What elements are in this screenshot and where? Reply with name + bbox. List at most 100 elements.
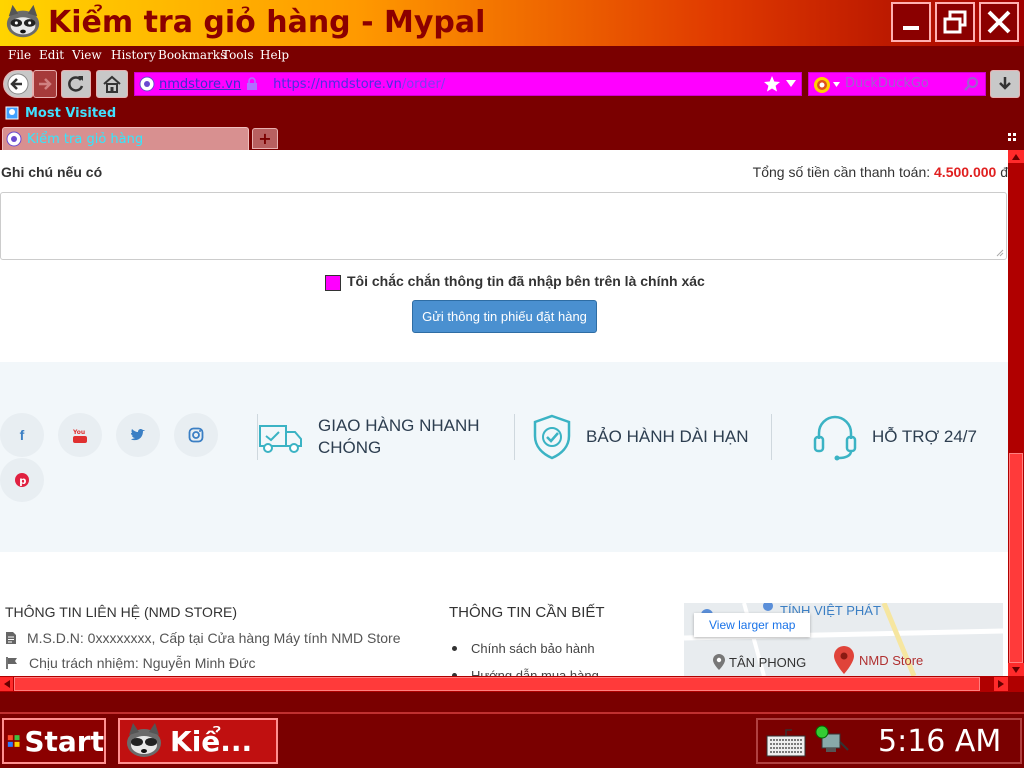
order-total-amount: 4.500.000: [934, 164, 997, 180]
site-favicon-icon: [139, 76, 155, 92]
scroll-right-icon: [998, 680, 1004, 688]
confirm-label: Tôi chắc chắn thông tin đã nhập bên trên…: [347, 273, 705, 289]
svg-text:p: p: [19, 476, 26, 487]
most-visited-label: Most Visited: [25, 105, 117, 121]
close-button[interactable]: [979, 2, 1019, 42]
bookmark-folder-icon: [5, 106, 19, 120]
map-place-tanphong: TÂN PHONG: [712, 653, 806, 671]
view-larger-map-link[interactable]: View larger map: [694, 613, 811, 637]
facebook-icon: f: [19, 427, 25, 443]
features-strip: f You p GIAO HÀNG NHANH CHÓNG BẢO HÀNH D…: [0, 362, 1008, 552]
horizontal-scroll-thumb[interactable]: [14, 677, 980, 691]
svg-text:You: You: [72, 429, 85, 436]
facebook-link[interactable]: f: [0, 413, 44, 457]
scroll-up-button[interactable]: [1008, 150, 1024, 163]
feature-line: HỖ TRỢ 24/7: [872, 427, 977, 446]
scroll-left-button[interactable]: [0, 677, 13, 691]
menu-file[interactable]: File: [8, 48, 31, 62]
scroll-down-icon: [1012, 666, 1020, 673]
feature-warranty: BẢO HÀNH DÀI HẠN: [532, 412, 748, 462]
address-bar[interactable]: nmdstore.vn https://nmdstore.vn/order/: [134, 72, 802, 96]
menu-bookmarks[interactable]: Bookmarks: [158, 48, 226, 62]
site-badge-label: nmdstore.vn: [159, 76, 242, 92]
url-dropdown-icon[interactable]: [786, 80, 796, 88]
menu-bar: File Edit View History Bookmarks Tools H…: [0, 46, 1024, 67]
instagram-link[interactable]: [174, 413, 218, 457]
info-link-text: Hướng dẫn mua hàng: [471, 668, 599, 676]
info-link[interactable]: Hướng dẫn mua hàng: [452, 668, 599, 676]
new-tab-button[interactable]: +: [252, 128, 278, 149]
menu-history[interactable]: History: [111, 48, 156, 62]
contact-line: Chịu trách nhiệm: Nguyễn Minh Đức: [5, 655, 255, 671]
raccoon-icon: [6, 4, 40, 38]
reload-button[interactable]: [61, 70, 91, 98]
keyboard-icon[interactable]: [766, 726, 806, 758]
taskbar-window-button[interactable]: Kiể...: [118, 718, 278, 764]
feature-line: CHÓNG: [318, 438, 382, 457]
bookmark-star-icon[interactable]: [763, 75, 781, 93]
site-footer: THÔNG TIN LIÊN HỆ (NMD STORE) M.S.D.N: 0…: [0, 552, 1008, 676]
confirm-checkbox[interactable]: [325, 275, 341, 291]
info-title: THÔNG TIN CẦN BIẾT: [449, 604, 605, 621]
url-path: /order/: [401, 76, 446, 92]
horizontal-scrollbar[interactable]: [0, 676, 1024, 692]
search-engine-dropdown-icon: [833, 82, 840, 87]
start-button[interactable]: Start: [2, 718, 106, 764]
map-pin-icon: [834, 646, 854, 674]
minimize-icon: [903, 26, 919, 30]
most-visited-bookmark[interactable]: Most Visited: [4, 105, 116, 121]
contact-line-text: Chịu trách nhiệm: Nguyễn Minh Đức: [29, 655, 256, 671]
back-arrow-icon: [7, 73, 29, 95]
order-total-currency: đ: [1000, 164, 1008, 180]
windows-logo-icon: [7, 735, 20, 747]
minimize-button[interactable]: [891, 2, 931, 42]
scroll-down-button[interactable]: [1008, 663, 1024, 676]
pinterest-link[interactable]: p: [0, 458, 44, 502]
twitter-icon: [131, 428, 145, 441]
note-textarea[interactable]: [0, 192, 1007, 260]
search-icon[interactable]: [963, 76, 979, 92]
site-identity-badge[interactable]: nmdstore.vn: [139, 76, 259, 92]
forward-button[interactable]: [33, 70, 57, 98]
tab-strip: Kiểm tra giỏ hàng +: [0, 125, 1024, 150]
menu-view[interactable]: View: [72, 48, 102, 62]
vertical-scroll-thumb[interactable]: [1009, 453, 1023, 663]
back-button[interactable]: [3, 70, 33, 98]
downloads-button[interactable]: [990, 70, 1020, 98]
tab-active[interactable]: Kiểm tra giỏ hàng: [2, 127, 249, 150]
tab-list-icon[interactable]: [1008, 133, 1020, 143]
pinterest-icon: p: [15, 473, 29, 487]
system-tray: 5:16 AM: [756, 718, 1022, 764]
menu-edit[interactable]: Edit: [39, 48, 64, 62]
url-host: https://nmdstore.vn: [273, 76, 402, 92]
info-link[interactable]: Chính sách bảo hành: [452, 641, 595, 656]
submit-order-button[interactable]: Gửi thông tin phiếu đặt hàng: [412, 300, 597, 333]
document-icon: [6, 632, 16, 644]
store-map[interactable]: TÍNH VIỆT PHÁT View larger map TÂN PHONG…: [684, 603, 1003, 676]
scroll-left-icon: [3, 680, 10, 688]
restore-button[interactable]: [935, 2, 975, 42]
feature-support: HỖ TRỢ 24/7: [812, 412, 977, 462]
tab-favicon-icon: [6, 131, 22, 147]
resize-grip-icon[interactable]: [994, 247, 1004, 257]
contact-line: M.S.D.N: 0xxxxxxxx, Cấp tại Cửa hàng Máy…: [5, 630, 401, 646]
search-bar[interactable]: DuckDuckGo: [808, 72, 986, 96]
youtube-link[interactable]: You: [58, 413, 102, 457]
duckduckgo-icon[interactable]: [813, 76, 831, 94]
vertical-scrollbar[interactable]: [1008, 150, 1024, 676]
youtube-icon: You: [72, 429, 87, 443]
map-place-store: NMD Store: [832, 645, 923, 675]
instagram-icon: [188, 427, 204, 443]
window-title-bar: Kiểm tra giỏ hàng - Mypal: [0, 0, 1024, 46]
feature-divider: [514, 414, 515, 460]
info-link-text: Chính sách bảo hành: [471, 641, 595, 656]
home-button[interactable]: [96, 70, 128, 98]
menu-help[interactable]: Help: [260, 48, 289, 62]
menu-tools[interactable]: Tools: [222, 48, 254, 62]
twitter-link[interactable]: [116, 413, 160, 457]
network-icon[interactable]: [814, 724, 850, 760]
map-place-label: NMD Store: [859, 652, 924, 668]
order-total: Tổng số tiền cần thanh toán: 4.500.000 đ: [753, 164, 1008, 180]
scroll-right-button[interactable]: [994, 677, 1008, 691]
download-arrow-icon: [999, 77, 1011, 90]
